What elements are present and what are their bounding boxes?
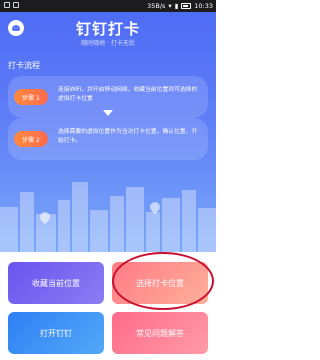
notification-icons (4, 2, 19, 8)
step-badge-1: 步骤 1 (14, 89, 48, 105)
signal-icon: ▮ (174, 2, 179, 10)
flow-title: 打卡流程 (8, 61, 40, 70)
select-location-button[interactable]: 选择打卡位置 (112, 262, 208, 304)
status-bar: 35B/s ▾ ▮ 10:33 (0, 0, 216, 12)
battery-icon (181, 3, 192, 9)
step-badge-2: 步骤 2 (14, 131, 48, 147)
city-skyline-illustration (0, 182, 216, 252)
step-card-2: 步骤 2 选择需要的虚拟位置作为当次打卡位置，确认位置，开始打卡。 (8, 118, 208, 160)
hero-panel: 钉钉打卡 随时随地 · 打卡无忧 打卡流程 步骤 1 连接WiFi，并开启移动网… (0, 12, 216, 252)
network-speed: 35B/s (147, 2, 166, 10)
notification-icon (4, 2, 10, 8)
clock: 10:33 (194, 2, 213, 10)
step-text-1: 连接WiFi，并开启移动网络，收藏当前位置到可选择的虚拟打卡位置 (58, 87, 198, 102)
notification-icon (13, 2, 19, 8)
open-dingtalk-button[interactable]: 打开钉钉 (8, 312, 104, 354)
app-subtitle: 随时随地 · 打卡无忧 (81, 40, 135, 47)
status-right: 35B/s ▾ ▮ 10:33 (147, 2, 213, 10)
arrow-down-icon (103, 110, 113, 116)
app-title: 钉钉打卡 (75, 20, 140, 38)
faq-button[interactable]: 常见问题解答 (112, 312, 208, 354)
step-text-2: 选择需要的虚拟位置作为当次打卡位置，确认位置，开始打卡。 (58, 129, 198, 144)
collect-location-button[interactable]: 收藏当前位置 (8, 262, 104, 304)
wifi-icon: ▾ (168, 2, 172, 10)
